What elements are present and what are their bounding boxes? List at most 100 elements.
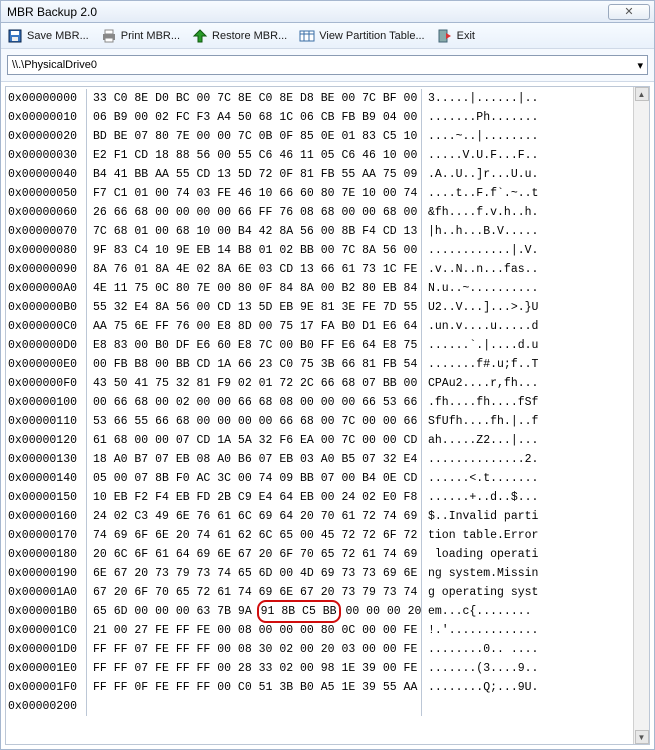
- ascii-cell: ....t..F.f`.~..t: [422, 184, 631, 203]
- hex-row: 0x0000006026 66 68 00 00 00 00 66 FF 76 …: [6, 203, 633, 222]
- hex-cell: 67 20 6F 70 65 72 61 74 69 6E 67 20 73 7…: [86, 583, 422, 602]
- drive-bar: \\.\PhysicalDrive0 ▾: [1, 49, 654, 82]
- ascii-cell: tion table.Error: [422, 526, 631, 545]
- hex-cell: 18 A0 B7 07 EB 08 A0 B6 07 EB 03 A0 B5 0…: [86, 450, 422, 469]
- print-mbr-button[interactable]: Print MBR...: [101, 28, 180, 44]
- restore-icon: [192, 28, 208, 44]
- scroll-down-button[interactable]: ▼: [635, 730, 649, 744]
- ascii-cell: em...c{........: [422, 602, 631, 621]
- ascii-cell: ah.....Z2...|...: [422, 431, 631, 450]
- hex-row: 0x0000010000 66 68 00 02 00 00 66 68 08 …: [6, 393, 633, 412]
- hex-cell: 61 68 00 00 07 CD 1A 5A 32 F6 EA 00 7C 0…: [86, 431, 422, 450]
- hex-cell: B4 41 BB AA 55 CD 13 5D 72 0F 81 FB 55 A…: [86, 165, 422, 184]
- hex-cell: FF FF 07 FE FF FF 00 08 30 02 00 20 03 0…: [86, 640, 422, 659]
- hex-cell: 53 66 55 66 68 00 00 00 00 66 68 00 7C 0…: [86, 412, 422, 431]
- hex-cell: E2 F1 CD 18 88 56 00 55 C6 46 11 05 C6 4…: [86, 146, 422, 165]
- ascii-cell: ........0.. ....: [422, 640, 631, 659]
- hex-cell: FF FF 0F FE FF FF 00 C0 51 3B B0 A5 1E 3…: [86, 678, 422, 697]
- offset-cell: 0x000000C0: [8, 317, 86, 336]
- print-icon: [101, 28, 117, 44]
- scroll-up-button[interactable]: ▲: [635, 87, 649, 101]
- ascii-cell: SfUfh....fh.|..f: [422, 412, 631, 431]
- offset-cell: 0x000001C0: [8, 621, 86, 640]
- ascii-cell: ......<.t.......: [422, 469, 631, 488]
- close-icon: ✕: [624, 5, 633, 18]
- offset-cell: 0x000000A0: [8, 279, 86, 298]
- hex-cell: 21 00 27 FE FF FE 00 08 00 00 00 80 0C 0…: [86, 621, 422, 640]
- save-mbr-button[interactable]: Save MBR...: [7, 28, 89, 44]
- hex-cell: 33 C0 8E D0 BC 00 7C 8E C0 8E D8 BE 00 7…: [86, 89, 422, 108]
- offset-cell: 0x00000170: [8, 526, 86, 545]
- ascii-cell: N.u..~..........: [422, 279, 631, 298]
- close-button[interactable]: ✕: [608, 4, 650, 20]
- offset-cell: 0x00000050: [8, 184, 86, 203]
- disk-signature-highlight: 91 8B C5 BB: [257, 600, 341, 623]
- ascii-cell: ..............2.: [422, 450, 631, 469]
- ascii-cell: .......f#.u;f..T: [422, 355, 631, 374]
- offset-cell: 0x00000030: [8, 146, 86, 165]
- offset-cell: 0x00000160: [8, 507, 86, 526]
- ascii-cell: ng system.Missin: [422, 564, 631, 583]
- hex-cell: 9F 83 C4 10 9E EB 14 B8 01 02 BB 00 7C 8…: [86, 241, 422, 260]
- restore-mbr-button[interactable]: Restore MBR...: [192, 28, 287, 44]
- hex-cell: 24 02 C3 49 6E 76 61 6C 69 64 20 70 61 7…: [86, 507, 422, 526]
- offset-cell: 0x00000100: [8, 393, 86, 412]
- ascii-cell: ........Q;...9U.: [422, 678, 631, 697]
- offset-cell: 0x00000000: [8, 89, 86, 108]
- ascii-cell: 3.....|......|..: [422, 89, 631, 108]
- hex-row: 0x000001F0FF FF 0F FE FF FF 00 C0 51 3B …: [6, 678, 633, 697]
- down-icon: ▼: [638, 733, 646, 742]
- exit-button[interactable]: Exit: [437, 28, 475, 44]
- print-label: Print MBR...: [121, 30, 180, 42]
- hex-cell: 55 32 E4 8A 56 00 CD 13 5D EB 9E 81 3E F…: [86, 298, 422, 317]
- hex-cell: 00 FB B8 00 BB CD 1A 66 23 C0 75 3B 66 8…: [86, 355, 422, 374]
- offset-cell: 0x00000060: [8, 203, 86, 222]
- scrollbar[interactable]: ▲ ▼: [633, 87, 649, 744]
- offset-cell: 0x000000B0: [8, 298, 86, 317]
- offset-cell: 0x00000180: [8, 545, 86, 564]
- hex-row: 0x00000040B4 41 BB AA 55 CD 13 5D 72 0F …: [6, 165, 633, 184]
- title-bar[interactable]: MBR Backup 2.0 ✕: [1, 1, 654, 23]
- hex-row: 0x00000200: [6, 697, 633, 716]
- hex-row: 0x000000A04E 11 75 0C 80 7E 00 80 0F 84 …: [6, 279, 633, 298]
- ascii-cell: &fh....f.v.h..h.: [422, 203, 631, 222]
- hex-cell: 6E 67 20 73 79 73 74 65 6D 00 4D 69 73 7…: [86, 564, 422, 583]
- drive-select[interactable]: \\.\PhysicalDrive0 ▾: [7, 55, 648, 75]
- hex-cell: 43 50 41 75 32 81 F9 02 01 72 2C 66 68 0…: [86, 374, 422, 393]
- hex-cell: FF FF 07 FE FF FF 00 28 33 02 00 98 1E 3…: [86, 659, 422, 678]
- ascii-cell: ......`.|....d.u: [422, 336, 631, 355]
- hex-row: 0x0000017074 69 6F 6E 20 74 61 62 6C 65 …: [6, 526, 633, 545]
- hex-row: 0x0000012061 68 00 00 07 CD 1A 5A 32 F6 …: [6, 431, 633, 450]
- offset-cell: 0x000001E0: [8, 659, 86, 678]
- offset-cell: 0x00000040: [8, 165, 86, 184]
- hex-row: 0x00000050F7 C1 01 00 74 03 FE 46 10 66 …: [6, 184, 633, 203]
- hex-row: 0x000000D0E8 83 00 B0 DF E6 60 E8 7C 00 …: [6, 336, 633, 355]
- offset-cell: 0x00000010: [8, 108, 86, 127]
- offset-cell: 0x00000110: [8, 412, 86, 431]
- ascii-cell: g operating syst: [422, 583, 631, 602]
- view-partition-table-button[interactable]: View Partition Table...: [299, 28, 424, 44]
- offset-cell: 0x00000120: [8, 431, 86, 450]
- ascii-cell: .......Ph.......: [422, 108, 631, 127]
- hex-cell: 4E 11 75 0C 80 7E 00 80 0F 84 8A 00 B2 8…: [86, 279, 422, 298]
- ascii-cell: .A..U..]r...U.u.: [422, 165, 631, 184]
- hex-row: 0x0000015010 EB F2 F4 EB FD 2B C9 E4 64 …: [6, 488, 633, 507]
- hex-row: 0x00000020BD BE 07 80 7E 00 00 7C 0B 0F …: [6, 127, 633, 146]
- hex-content: 0x0000000033 C0 8E D0 BC 00 7C 8E C0 8E …: [6, 87, 633, 744]
- ascii-cell: U2..V...]...>.}U: [422, 298, 631, 317]
- hex-cell: BD BE 07 80 7E 00 00 7C 0B 0F 85 0E 01 8…: [86, 127, 422, 146]
- main-window: MBR Backup 2.0 ✕ Save MBR... Print MBR..…: [0, 0, 655, 750]
- hex-cell: F7 C1 01 00 74 03 FE 46 10 66 60 80 7E 1…: [86, 184, 422, 203]
- hex-row: 0x0000014005 00 07 8B F0 AC 3C 00 74 09 …: [6, 469, 633, 488]
- hex-cell: 10 EB F2 F4 EB FD 2B C9 E4 64 EB 00 24 0…: [86, 488, 422, 507]
- offset-cell: 0x00000150: [8, 488, 86, 507]
- offset-cell: 0x00000080: [8, 241, 86, 260]
- offset-cell: 0x000001F0: [8, 678, 86, 697]
- hex-row: 0x0000001006 B9 00 02 FC F3 A4 50 68 1C …: [6, 108, 633, 127]
- offset-cell: 0x00000200: [8, 697, 86, 716]
- hex-row: 0x00000030E2 F1 CD 18 88 56 00 55 C6 46 …: [6, 146, 633, 165]
- hex-cell: [86, 697, 422, 716]
- offset-cell: 0x00000090: [8, 260, 86, 279]
- ascii-cell: .....V.U.F...F..: [422, 146, 631, 165]
- hex-cell: 00 66 68 00 02 00 00 66 68 08 00 00 00 6…: [86, 393, 422, 412]
